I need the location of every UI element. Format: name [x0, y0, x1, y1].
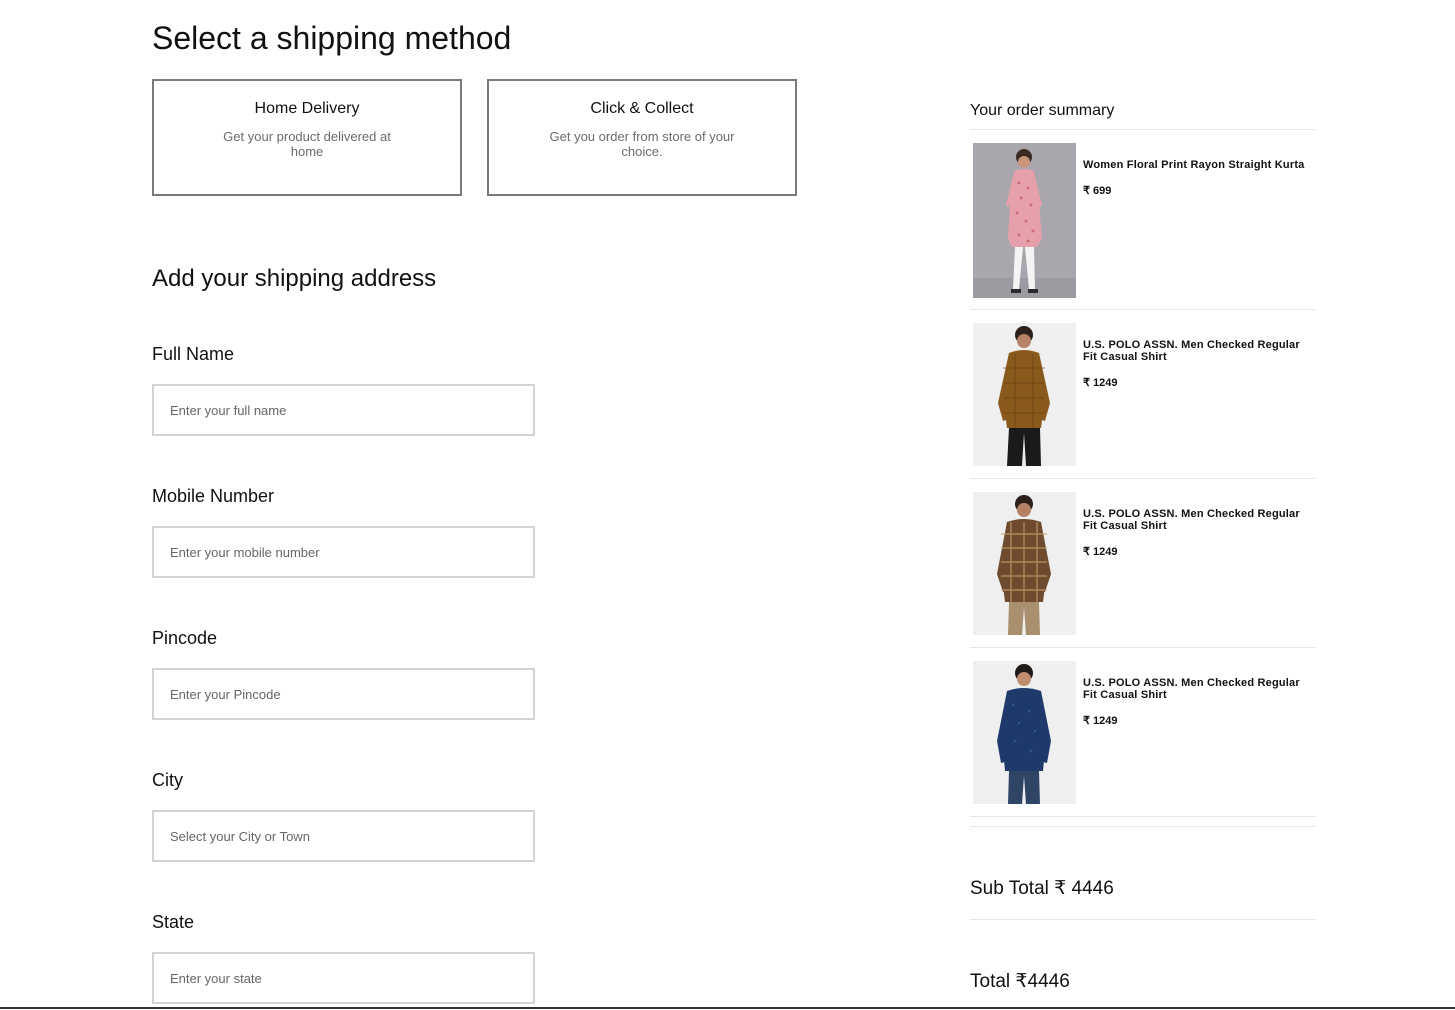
product-name: U.S. POLO ASSN. Men Checked Regular Fit …	[1083, 677, 1300, 701]
shirt-product-image	[973, 661, 1076, 804]
divider	[970, 309, 1316, 310]
product-name: U.S. POLO ASSN. Men Checked Regular Fit …	[1083, 508, 1300, 532]
total: Total ₹4446	[970, 971, 1070, 992]
divider	[970, 478, 1316, 479]
click-collect-title: Click & Collect	[590, 100, 694, 117]
pincode-input[interactable]	[152, 668, 535, 720]
pincode-label: Pincode	[152, 628, 218, 648]
kurta-product-image	[973, 143, 1076, 298]
click-collect-description: Get you order from store of your choice.	[549, 129, 735, 159]
checkout-page: Select a shipping method Home Delivery G…	[0, 0, 1455, 1010]
mobile-number-input[interactable]	[152, 526, 535, 578]
home-delivery-title: Home Delivery	[254, 100, 360, 117]
city-input[interactable]	[152, 810, 535, 862]
divider	[970, 129, 1316, 130]
product-name: Women Floral Print Rayon Straight Kurta	[1083, 159, 1305, 171]
shirt-product-image	[973, 492, 1076, 635]
state-input[interactable]	[152, 952, 535, 1004]
bottom-border	[0, 1007, 1455, 1009]
subtotal: Sub Total ₹ 4446	[970, 878, 1114, 899]
full-name-label: Full Name	[152, 344, 235, 364]
divider	[970, 919, 1316, 920]
click-collect-option[interactable]: Click & Collect Get you order from store…	[487, 79, 797, 196]
order-summary-title: Your order summary	[970, 102, 1115, 119]
home-delivery-description: Get your product delivered at home	[223, 129, 391, 159]
product-price: ₹ 699	[1083, 185, 1112, 197]
mobile-number-label: Mobile Number	[152, 486, 275, 506]
order-item: Women Floral Print Rayon Straight Kurta …	[970, 143, 1316, 298]
full-name-input[interactable]	[152, 384, 535, 436]
order-item: U.S. POLO ASSN. Men Checked Regular Fit …	[970, 492, 1316, 635]
home-delivery-option[interactable]: Home Delivery Get your product delivered…	[152, 79, 462, 196]
shirt-product-image	[973, 323, 1076, 466]
product-price: ₹ 1249	[1083, 377, 1118, 389]
product-name: U.S. POLO ASSN. Men Checked Regular Fit …	[1083, 339, 1300, 363]
city-label: City	[152, 770, 183, 790]
divider	[970, 826, 1316, 827]
state-label: State	[152, 912, 195, 932]
order-item: U.S. POLO ASSN. Men Checked Regular Fit …	[970, 661, 1316, 804]
divider	[970, 816, 1316, 817]
product-price: ₹ 1249	[1083, 546, 1118, 558]
product-price: ₹ 1249	[1083, 715, 1118, 727]
shipping-address-heading: Add your shipping address	[152, 265, 437, 292]
shipping-method-heading: Select a shipping method	[152, 20, 512, 56]
divider	[970, 647, 1316, 648]
order-item: U.S. POLO ASSN. Men Checked Regular Fit …	[970, 323, 1316, 466]
